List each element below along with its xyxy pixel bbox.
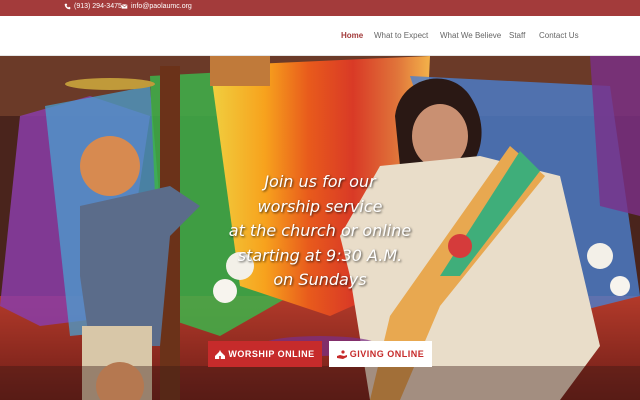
hero-line-5: on Sundays [273,270,367,289]
email-contact[interactable]: info@paolaumc.org [121,3,192,10]
nav-home[interactable]: Home [341,31,363,40]
hero-line-3: at the church or online [228,221,412,240]
phone-number: (913) 294-3475 [74,3,122,10]
church-icon [215,349,226,359]
hero-line-1: Join us for our [264,172,376,191]
worship-online-button[interactable]: WORSHIP ONLINE [208,341,322,367]
nav-what-we-believe[interactable]: What We Believe [440,31,501,40]
email-address: info@paolaumc.org [131,3,192,10]
top-bar: (913) 294-3475 info@paolaumc.org [0,0,640,16]
nav-staff[interactable]: Staff [509,31,525,40]
phone-icon [64,3,71,10]
hero-section: Join us for our worship service at the c… [0,56,640,400]
hero-message: Join us for our worship service at the c… [190,170,450,293]
giving-online-label: GIVING ONLINE [349,349,425,359]
nav-what-to-expect[interactable]: What to Expect [374,31,428,40]
worship-online-label: WORSHIP ONLINE [228,349,315,359]
envelope-icon [121,4,128,9]
site-header: Home What to Expect What We Believe Staf… [0,16,640,56]
phone-contact[interactable]: (913) 294-3475 [64,3,122,10]
hero-line-4: starting at 9:30 A.M. [237,245,403,265]
hero-line-2: worship service [257,196,383,216]
giving-hand-icon [336,349,347,359]
nav-contact-us[interactable]: Contact Us [539,31,579,40]
giving-online-button[interactable]: GIVING ONLINE [329,341,432,367]
